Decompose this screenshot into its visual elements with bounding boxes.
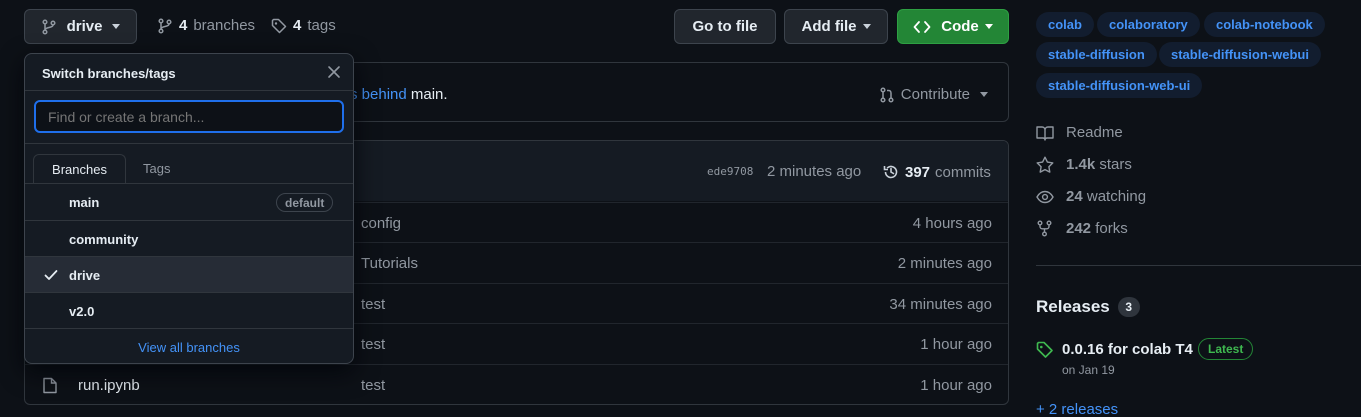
topic-stable-diffusion-webui[interactable]: stable-diffusion-webui	[1159, 42, 1321, 67]
release-tag-icon	[1036, 341, 1054, 359]
view-all-branches-link[interactable]: View all branches	[25, 340, 353, 355]
tags-label: tags	[307, 17, 336, 34]
sidebar-divider	[1036, 265, 1361, 266]
topic-colaboratory[interactable]: colaboratory	[1097, 12, 1200, 37]
branch-item-drive[interactable]: drive	[25, 256, 353, 292]
readme-link[interactable]: Readme	[1036, 124, 1123, 141]
branch-switcher-dropdown: Switch branches/tags Branches Tags main …	[24, 53, 354, 364]
watching-link[interactable]: 24 watching	[1036, 188, 1146, 205]
branch-name: main	[69, 195, 100, 210]
branch-name: drive	[69, 268, 101, 283]
releases-heading[interactable]: Releases 3	[1036, 297, 1140, 317]
banner-branch: main.	[410, 86, 448, 103]
code-button[interactable]: Code	[897, 9, 1009, 44]
dropdown-header-divider	[25, 90, 353, 91]
history-icon	[882, 163, 900, 181]
tab-branches-label: Branches	[52, 161, 107, 177]
dropdown-title: Switch branches/tags	[42, 66, 176, 81]
branch-name: community	[69, 232, 139, 247]
branch-search-input[interactable]	[34, 100, 344, 133]
code-label: Code	[941, 18, 979, 35]
chevron-down-icon	[984, 24, 993, 29]
release-date: on Jan 19	[1062, 363, 1115, 377]
commit-sha[interactable]: ede9708	[707, 165, 753, 178]
chevron-down-icon	[980, 92, 988, 97]
branch-select-button[interactable]: drive	[24, 9, 137, 44]
go-to-file-button[interactable]: Go to file	[674, 9, 776, 44]
contribute-label: Contribute	[900, 86, 970, 103]
branch-name: v2.0	[69, 304, 95, 319]
commit-message[interactable]: test	[361, 336, 385, 353]
forks-count: 242	[1066, 220, 1092, 237]
commit-age: 1 hour ago	[920, 377, 992, 394]
tab-branches[interactable]: Branches	[33, 154, 126, 183]
tab-tags-label: Tags	[143, 161, 171, 176]
file-icon	[43, 377, 57, 394]
releases-title: Releases	[1036, 297, 1110, 316]
tags-count: 4	[293, 17, 302, 34]
topic-stable-diffusion[interactable]: stable-diffusion	[1036, 42, 1157, 67]
commit-age: 4 hours ago	[912, 215, 992, 232]
pull-request-icon	[879, 86, 895, 103]
check-icon	[44, 269, 58, 281]
commit-age: 2 minutes ago	[897, 255, 992, 272]
commits-count: 397	[905, 163, 931, 181]
default-badge: default	[276, 193, 334, 212]
release-name[interactable]: 0.0.16 for colab T4	[1062, 341, 1193, 358]
chevron-down-icon	[112, 24, 121, 29]
forks-link[interactable]: 242 forks	[1036, 220, 1128, 237]
readme-label: Readme	[1066, 124, 1123, 141]
go-to-file-label: Go to file	[692, 18, 758, 35]
commit-time: 2 minutes ago	[767, 163, 862, 180]
file-name[interactable]: run.ipynb	[78, 377, 140, 394]
watching-count: 24	[1066, 188, 1083, 205]
add-file-label: Add file	[801, 18, 857, 35]
add-file-button[interactable]: Add file	[784, 9, 888, 44]
commits-label: commits	[935, 163, 991, 181]
branches-count: 4	[179, 17, 188, 34]
commits-link[interactable]: 397 commits	[882, 163, 991, 181]
commit-message[interactable]: test	[361, 377, 385, 394]
repo-forked-icon	[1036, 220, 1054, 237]
tab-tags[interactable]: Tags	[143, 161, 170, 176]
stars-count: 1.4k	[1066, 156, 1096, 173]
book-icon	[1036, 125, 1054, 141]
branch-select-label: drive	[66, 18, 103, 35]
branch-item-community[interactable]: community	[25, 220, 353, 256]
git-branch-icon	[41, 18, 57, 35]
tags-link[interactable]: 4 tags	[271, 17, 336, 34]
commit-age: 34 minutes ago	[889, 296, 992, 313]
branches-link[interactable]: 4 branches	[157, 17, 255, 34]
git-branch-icon	[157, 17, 173, 34]
code-icon	[913, 19, 931, 35]
commit-message[interactable]: test	[361, 296, 385, 313]
dropdown-tabs-divider	[25, 143, 353, 144]
eye-icon	[1036, 190, 1054, 204]
forks-label: forks	[1095, 220, 1128, 237]
branch-item-main[interactable]: main default	[25, 183, 353, 219]
branches-label: branches	[193, 17, 256, 34]
banner-text: s behind main.	[350, 86, 448, 103]
topic-stable-diffusion-web-ui[interactable]: stable-diffusion-web-ui	[1036, 73, 1203, 98]
latest-badge: Latest	[1198, 338, 1254, 360]
more-releases-link[interactable]: + 2 releases	[1036, 401, 1118, 417]
chevron-down-icon	[862, 24, 871, 29]
commit-message[interactable]: Tutorials	[361, 255, 418, 272]
view-all-branches-row: View all branches	[25, 328, 353, 364]
stars-link[interactable]: 1.4k stars	[1036, 156, 1132, 173]
contribute-button[interactable]: Contribute	[879, 86, 988, 103]
behind-link[interactable]: s behind	[350, 86, 407, 103]
tag-icon	[271, 18, 287, 34]
watching-label: watching	[1086, 188, 1147, 205]
close-icon[interactable]	[327, 65, 341, 79]
branch-item-v2-0[interactable]: v2.0	[25, 292, 353, 328]
commit-message[interactable]: config	[361, 215, 401, 232]
topic-colab-notebook[interactable]: colab-notebook	[1204, 12, 1325, 37]
star-icon	[1036, 156, 1054, 173]
releases-count-badge: 3	[1117, 297, 1140, 317]
topic-colab[interactable]: colab	[1036, 12, 1094, 37]
table-row[interactable]: run.ipynb test 1 hour ago	[25, 364, 1008, 404]
commit-age: 1 hour ago	[920, 336, 992, 353]
stars-label: stars	[1099, 156, 1132, 173]
